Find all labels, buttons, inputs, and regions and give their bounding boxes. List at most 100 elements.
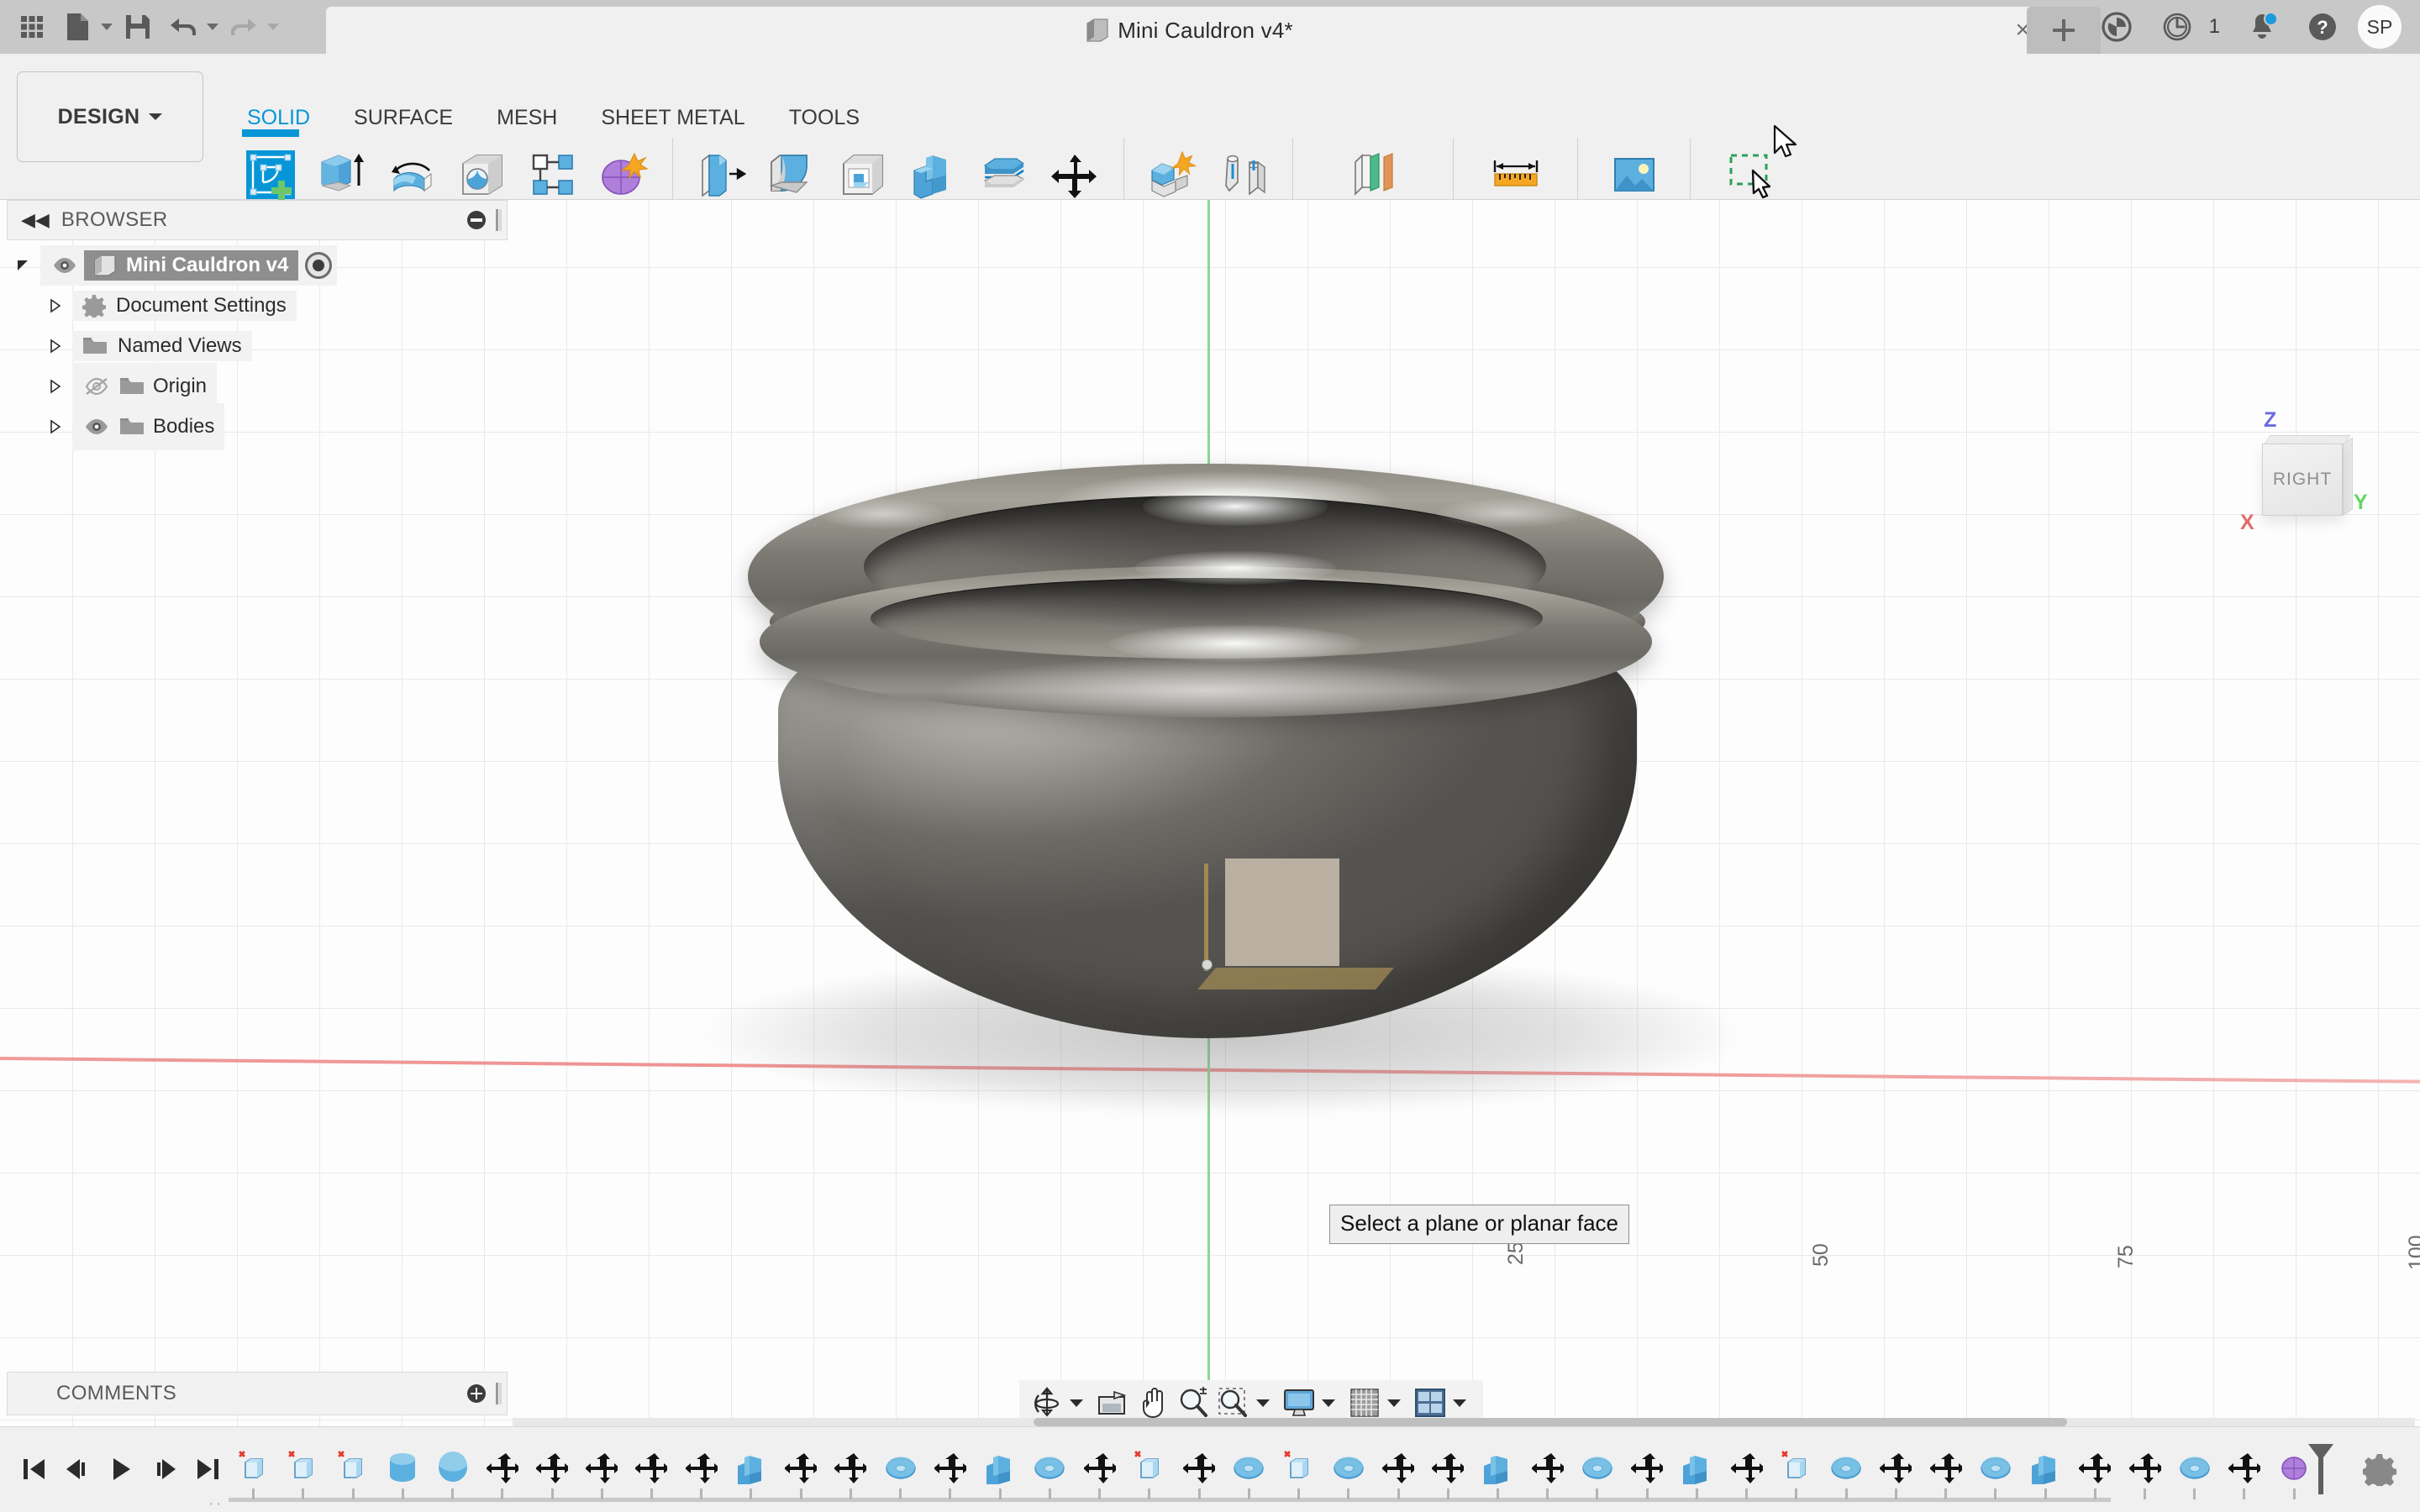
timeline-track[interactable]	[229, 1449, 2319, 1499]
app-grid-icon[interactable]	[12, 7, 52, 47]
avatar[interactable]: SP	[2358, 5, 2402, 49]
display-settings-dropdown-icon[interactable]	[1322, 1399, 1335, 1407]
tree-item-bodies[interactable]: Bodies	[7, 407, 508, 447]
browser-resize-grip[interactable]	[496, 209, 498, 231]
viewports-icon[interactable]	[1411, 1383, 1449, 1422]
view-cube-right-face[interactable]	[2343, 438, 2353, 516]
timeline-feature[interactable]	[2120, 1451, 2170, 1499]
tab-tools[interactable]: TOOLS	[767, 106, 881, 130]
expand-arrow-origin[interactable]	[39, 366, 72, 407]
timeline-feature[interactable]	[1523, 1451, 1572, 1499]
timeline-feature[interactable]	[1473, 1451, 1523, 1499]
expand-arrow-bodies[interactable]	[39, 407, 72, 447]
tree-item-root[interactable]: Mini Cauldron v4	[7, 245, 508, 286]
tab-solid[interactable]: SOLID	[225, 106, 332, 130]
timeline-feature[interactable]	[776, 1451, 826, 1499]
timeline-feature[interactable]	[1025, 1451, 1075, 1499]
timeline-feature[interactable]	[1822, 1451, 1871, 1499]
timeline-feature[interactable]	[2070, 1451, 2120, 1499]
notifications-bell-icon[interactable]	[2232, 0, 2292, 54]
origin-point[interactable]	[1202, 959, 1213, 970]
new-file-dropdown-icon[interactable]	[101, 24, 113, 30]
display-settings-icon[interactable]	[1280, 1383, 1318, 1422]
visibility-toggle-origin[interactable]	[82, 366, 111, 407]
view-cube-front-face[interactable]: RIGHT	[2262, 444, 2343, 516]
tree-item-origin[interactable]: Origin	[7, 366, 508, 407]
timeline-feature[interactable]	[278, 1451, 328, 1499]
timeline-feature[interactable]	[1970, 1451, 2020, 1499]
timeline-feature[interactable]	[2020, 1451, 2070, 1499]
timeline-settings-gear-icon[interactable]	[2363, 1452, 2396, 1490]
timeline-feature[interactable]	[577, 1451, 627, 1499]
new-file-icon[interactable]	[57, 7, 97, 47]
timeline-feature[interactable]	[1572, 1451, 1622, 1499]
viewport-scrollbar[interactable]	[513, 1418, 2415, 1426]
timeline-feature[interactable]	[1174, 1451, 1223, 1499]
timeline-feature[interactable]	[328, 1451, 377, 1499]
timeline-feature[interactable]	[1672, 1451, 1722, 1499]
timeline-feature[interactable]	[1921, 1451, 1970, 1499]
tree-item-named-views[interactable]: Named Views	[7, 326, 508, 366]
pan-icon[interactable]	[1134, 1383, 1172, 1422]
go-to-beginning-icon[interactable]	[12, 1446, 55, 1493]
redo-icon[interactable]	[224, 7, 264, 47]
browser-minimize-icon[interactable]	[467, 211, 486, 229]
timeline-feature[interactable]	[925, 1451, 975, 1499]
step-back-icon[interactable]	[55, 1446, 99, 1493]
timeline-feature[interactable]	[1224, 1451, 1274, 1499]
tab-sheet-metal[interactable]: SHEET METAL	[579, 106, 766, 130]
timeline-feature[interactable]	[1871, 1451, 1921, 1499]
selected-planar-face[interactable]	[1225, 858, 1339, 966]
expand-arrow-root[interactable]	[7, 245, 40, 286]
orbit-icon[interactable]	[1028, 1383, 1066, 1422]
timeline-feature[interactable]	[826, 1451, 876, 1499]
extensions-icon[interactable]	[2086, 0, 2147, 54]
document-tab[interactable]: Mini Cauldron v4* ×	[326, 7, 2054, 54]
timeline-feature[interactable]	[1623, 1451, 1672, 1499]
visibility-toggle-bodies[interactable]	[82, 407, 111, 447]
save-icon[interactable]	[118, 7, 158, 47]
zoom-icon[interactable]	[1174, 1383, 1213, 1422]
timeline-feature[interactable]	[1722, 1451, 1771, 1499]
undo-icon[interactable]	[163, 7, 203, 47]
cauldron-model[interactable]	[739, 444, 1714, 1116]
viewports-dropdown-icon[interactable]	[1453, 1399, 1466, 1407]
tab-surface[interactable]: SURFACE	[332, 106, 475, 130]
timeline-feature[interactable]	[1323, 1451, 1373, 1499]
go-to-end-icon[interactable]	[187, 1446, 230, 1493]
tree-item-document-settings[interactable]: Document Settings	[7, 286, 508, 326]
help-icon[interactable]: ?	[2292, 0, 2353, 54]
timeline-feature[interactable]	[1124, 1451, 1174, 1499]
look-at-icon[interactable]	[1093, 1383, 1132, 1422]
timeline-feature[interactable]	[976, 1451, 1025, 1499]
expand-arrow-document-settings[interactable]	[39, 286, 72, 326]
cauldron-second-opening[interactable]	[871, 578, 1543, 659]
step-forward-icon[interactable]	[143, 1446, 187, 1493]
add-comment-icon[interactable]	[467, 1384, 486, 1403]
timeline-feature[interactable]	[378, 1451, 428, 1499]
timeline-feature[interactable]	[2170, 1451, 2219, 1499]
comments-resize-grip[interactable]	[496, 1383, 498, 1404]
timeline-feature[interactable]	[676, 1451, 726, 1499]
tab-mesh[interactable]: MESH	[475, 106, 579, 130]
timeline-feature[interactable]	[726, 1451, 776, 1499]
orbit-dropdown-icon[interactable]	[1070, 1399, 1083, 1407]
timeline-feature[interactable]	[229, 1451, 278, 1499]
timeline-end-marker[interactable]	[2307, 1442, 2335, 1500]
timeline-feature[interactable]	[428, 1451, 477, 1499]
grid-snaps-icon[interactable]	[1345, 1383, 1384, 1422]
play-icon[interactable]	[99, 1446, 143, 1493]
fit-dropdown-icon[interactable]	[1256, 1399, 1270, 1407]
comments-panel-header[interactable]: COMMENTS	[7, 1372, 508, 1415]
grid-snaps-dropdown-icon[interactable]	[1387, 1399, 1401, 1407]
collapse-browser-icon[interactable]: ◀◀	[21, 211, 50, 229]
redo-dropdown-icon[interactable]	[267, 24, 279, 30]
timeline-feature[interactable]	[1373, 1451, 1423, 1499]
timeline-feature[interactable]	[1075, 1451, 1124, 1499]
timeline-feature[interactable]	[477, 1451, 527, 1499]
timeline-feature[interactable]	[1274, 1451, 1323, 1499]
workspace-selector[interactable]: DESIGN	[17, 71, 203, 162]
timeline-feature[interactable]	[527, 1451, 576, 1499]
activate-component-radio[interactable]	[305, 252, 332, 279]
expand-arrow-named-views[interactable]	[39, 326, 72, 366]
